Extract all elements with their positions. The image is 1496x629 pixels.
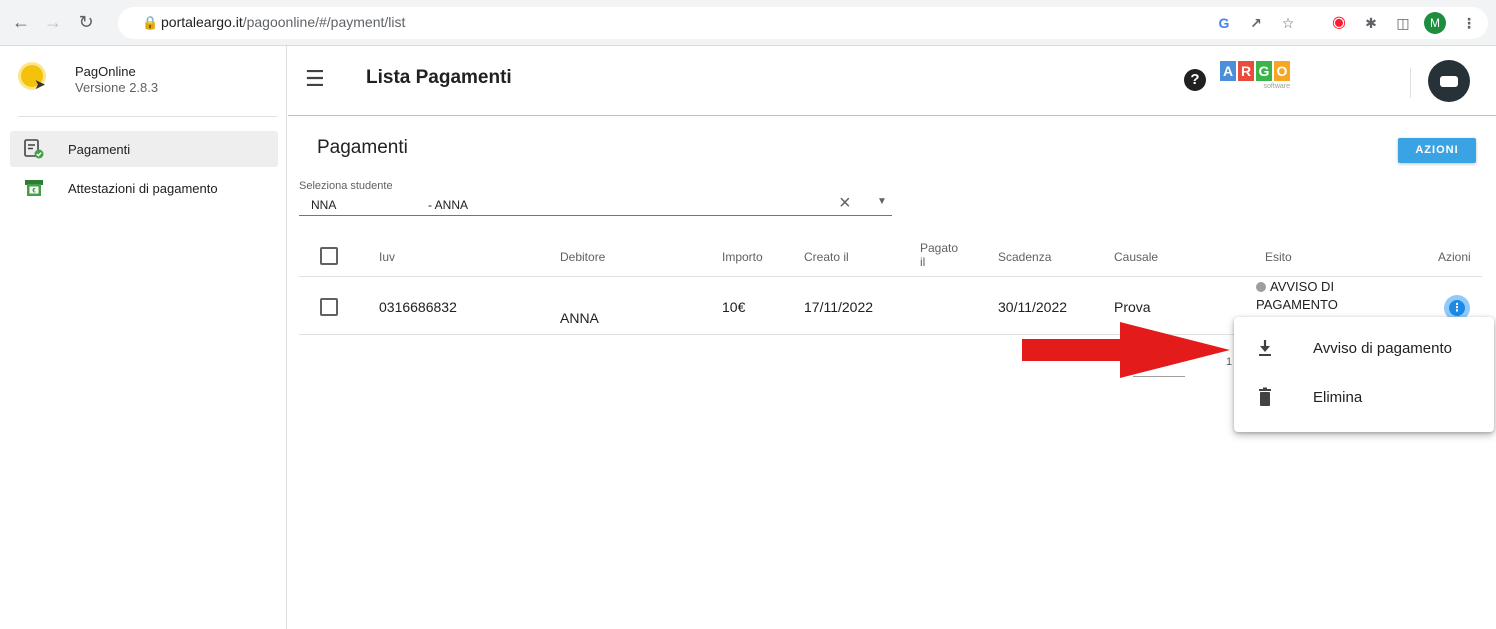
app-version: Versione 2.8.3 bbox=[75, 80, 159, 95]
lock-icon: 🔒 bbox=[142, 15, 159, 30]
header-iuv: Iuv bbox=[379, 250, 396, 264]
row-checkbox[interactable] bbox=[320, 298, 338, 316]
download-icon bbox=[1259, 340, 1271, 356]
hamburger-menu-icon[interactable]: ☰ bbox=[305, 68, 325, 90]
sidebar-item-attestazioni[interactable]: € Attestazioni di pagamento bbox=[10, 170, 278, 206]
menu-item-avviso[interactable]: Avviso di pagamento bbox=[1234, 325, 1494, 373]
student-select[interactable]: NNA - ANNA × ▼ bbox=[299, 192, 892, 216]
extensions-icon[interactable]: ✱ bbox=[1360, 12, 1382, 34]
menu-item-label: Elimina bbox=[1313, 389, 1363, 406]
app-name: PagOnline bbox=[75, 64, 136, 79]
more-menu-icon[interactable]: ⋮ bbox=[1458, 12, 1480, 34]
status-dot-icon bbox=[1256, 282, 1266, 292]
student-select-value: - ANNA bbox=[428, 198, 469, 212]
trash-icon bbox=[1259, 387, 1271, 406]
more-vertical-icon: ⋮ bbox=[1449, 300, 1465, 316]
header-pagato: Pagato bbox=[920, 241, 959, 255]
table-header: Iuv Debitore Importo Creato il Pagato il… bbox=[299, 234, 1482, 277]
header-debitore: Debitore bbox=[560, 250, 606, 264]
argo-logo: A R G O software bbox=[1220, 61, 1292, 99]
topbar-divider bbox=[1410, 68, 1411, 98]
bookmark-star-icon[interactable]: ☆ bbox=[1277, 12, 1299, 34]
address-bar[interactable]: 🔒 portaleargo.it/pagoonline/#/payment/li… bbox=[118, 7, 1488, 39]
actions-button[interactable]: AZIONI bbox=[1398, 138, 1476, 163]
logo-letter: A bbox=[1220, 61, 1236, 81]
share-icon[interactable]: ↗ bbox=[1245, 12, 1267, 34]
header-esito: Esito bbox=[1265, 250, 1292, 264]
side-panel-icon[interactable]: ◫ bbox=[1392, 12, 1414, 34]
opera-icon[interactable]: ◉ bbox=[1328, 12, 1350, 34]
url-text: portaleargo.it/pagoonline/#/payment/list bbox=[161, 14, 406, 30]
cell-esito: AVVISO DI bbox=[1256, 279, 1334, 294]
cell-importo: 10€ bbox=[722, 299, 746, 315]
header-creato: Creato il bbox=[804, 250, 849, 264]
cell-iuv: 0316686832 bbox=[379, 299, 457, 315]
header-azioni: Azioni bbox=[1438, 250, 1471, 264]
cell-esito: PAGAMENTO bbox=[1256, 297, 1338, 312]
cell-causale: Prova bbox=[1114, 299, 1151, 315]
row-actions-menu: Avviso di pagamento Elimina bbox=[1234, 317, 1494, 432]
back-arrow-icon[interactable]: ← bbox=[10, 11, 32, 33]
reload-icon[interactable]: ↻ bbox=[75, 11, 97, 33]
sidebar-item-label: Attestazioni di pagamento bbox=[68, 181, 218, 196]
header-causale: Causale bbox=[1114, 250, 1159, 264]
google-icon[interactable]: G bbox=[1213, 12, 1235, 34]
annotation-arrow-icon bbox=[1022, 322, 1230, 378]
cursor-icon: ➤ bbox=[34, 76, 46, 92]
payments-list-icon bbox=[24, 139, 44, 159]
app-bar: ☰ Lista Pagamenti ? A R G O software bbox=[288, 46, 1496, 116]
page-title: Lista Pagamenti bbox=[366, 67, 512, 88]
clear-icon[interactable]: × bbox=[839, 192, 851, 215]
sidebar-item-pagamenti[interactable]: Pagamenti bbox=[10, 131, 278, 167]
select-all-checkbox[interactable] bbox=[320, 247, 338, 265]
cell-scadenza: 30/11/2022 bbox=[998, 299, 1068, 315]
logo-letter: O bbox=[1274, 61, 1290, 81]
forward-arrow-icon[interactable]: → bbox=[42, 11, 64, 33]
menu-item-label: Avviso di pagamento bbox=[1313, 340, 1452, 357]
profile-avatar[interactable]: M bbox=[1424, 12, 1446, 34]
sidebar-divider bbox=[18, 116, 277, 117]
logo-letter: G bbox=[1256, 61, 1272, 81]
sidebar: ➤ PagOnline Versione 2.8.3 Pagamenti € A… bbox=[0, 46, 287, 629]
app-logo: ➤ bbox=[18, 62, 48, 92]
cell-creato: 17/11/2022 bbox=[804, 299, 874, 315]
header-scadenza: Scadenza bbox=[998, 250, 1052, 264]
menu-item-elimina[interactable]: Elimina bbox=[1234, 374, 1494, 422]
student-select-label: Seleziona studente bbox=[299, 180, 393, 192]
section-title: Pagamenti bbox=[317, 137, 408, 158]
cell-debitore: ANNA bbox=[560, 310, 599, 326]
header-pagato: il bbox=[920, 255, 926, 269]
receipt-icon: € bbox=[25, 180, 43, 196]
student-select-value: NNA bbox=[311, 198, 337, 212]
logo-letter: R bbox=[1238, 61, 1254, 81]
camera-icon bbox=[1440, 76, 1458, 87]
camera-button[interactable] bbox=[1428, 60, 1470, 102]
browser-toolbar: ← → ↻ 🔒 portaleargo.it/pagoonline/#/paym… bbox=[0, 0, 1496, 46]
dropdown-arrow-icon[interactable]: ▼ bbox=[877, 196, 887, 207]
logo-subtitle: software bbox=[1263, 83, 1290, 90]
header-importo: Importo bbox=[722, 250, 763, 264]
help-icon[interactable]: ? bbox=[1184, 69, 1206, 91]
sidebar-item-label: Pagamenti bbox=[68, 142, 131, 157]
